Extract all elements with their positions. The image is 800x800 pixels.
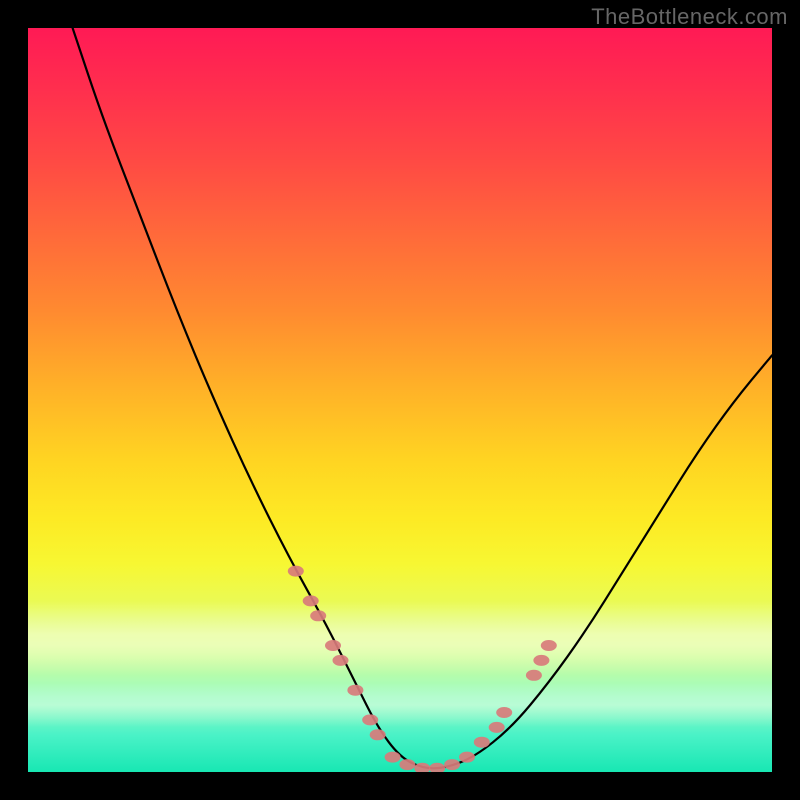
marker-layer [288,566,557,772]
curve-layer [73,28,772,768]
curve-marker [489,722,505,733]
curve-marker [444,759,460,770]
chart-svg [28,28,772,772]
curve-marker [385,752,401,763]
curve-marker [526,670,542,681]
curve-marker [496,707,512,718]
bottleneck-curve [73,28,772,768]
curve-marker [333,655,349,666]
curve-marker [474,737,490,748]
watermark-text: TheBottleneck.com [591,4,788,30]
curve-marker [303,595,319,606]
curve-marker [362,714,378,725]
curve-marker [310,610,326,621]
curve-marker [370,729,386,740]
curve-marker [459,752,475,763]
curve-marker [288,566,304,577]
plot-area [28,28,772,772]
curve-marker [399,759,415,770]
curve-marker [347,685,363,696]
curve-marker [541,640,557,651]
curve-marker [325,640,341,651]
curve-marker [429,763,445,772]
curve-marker [533,655,549,666]
chart-frame: TheBottleneck.com [0,0,800,800]
